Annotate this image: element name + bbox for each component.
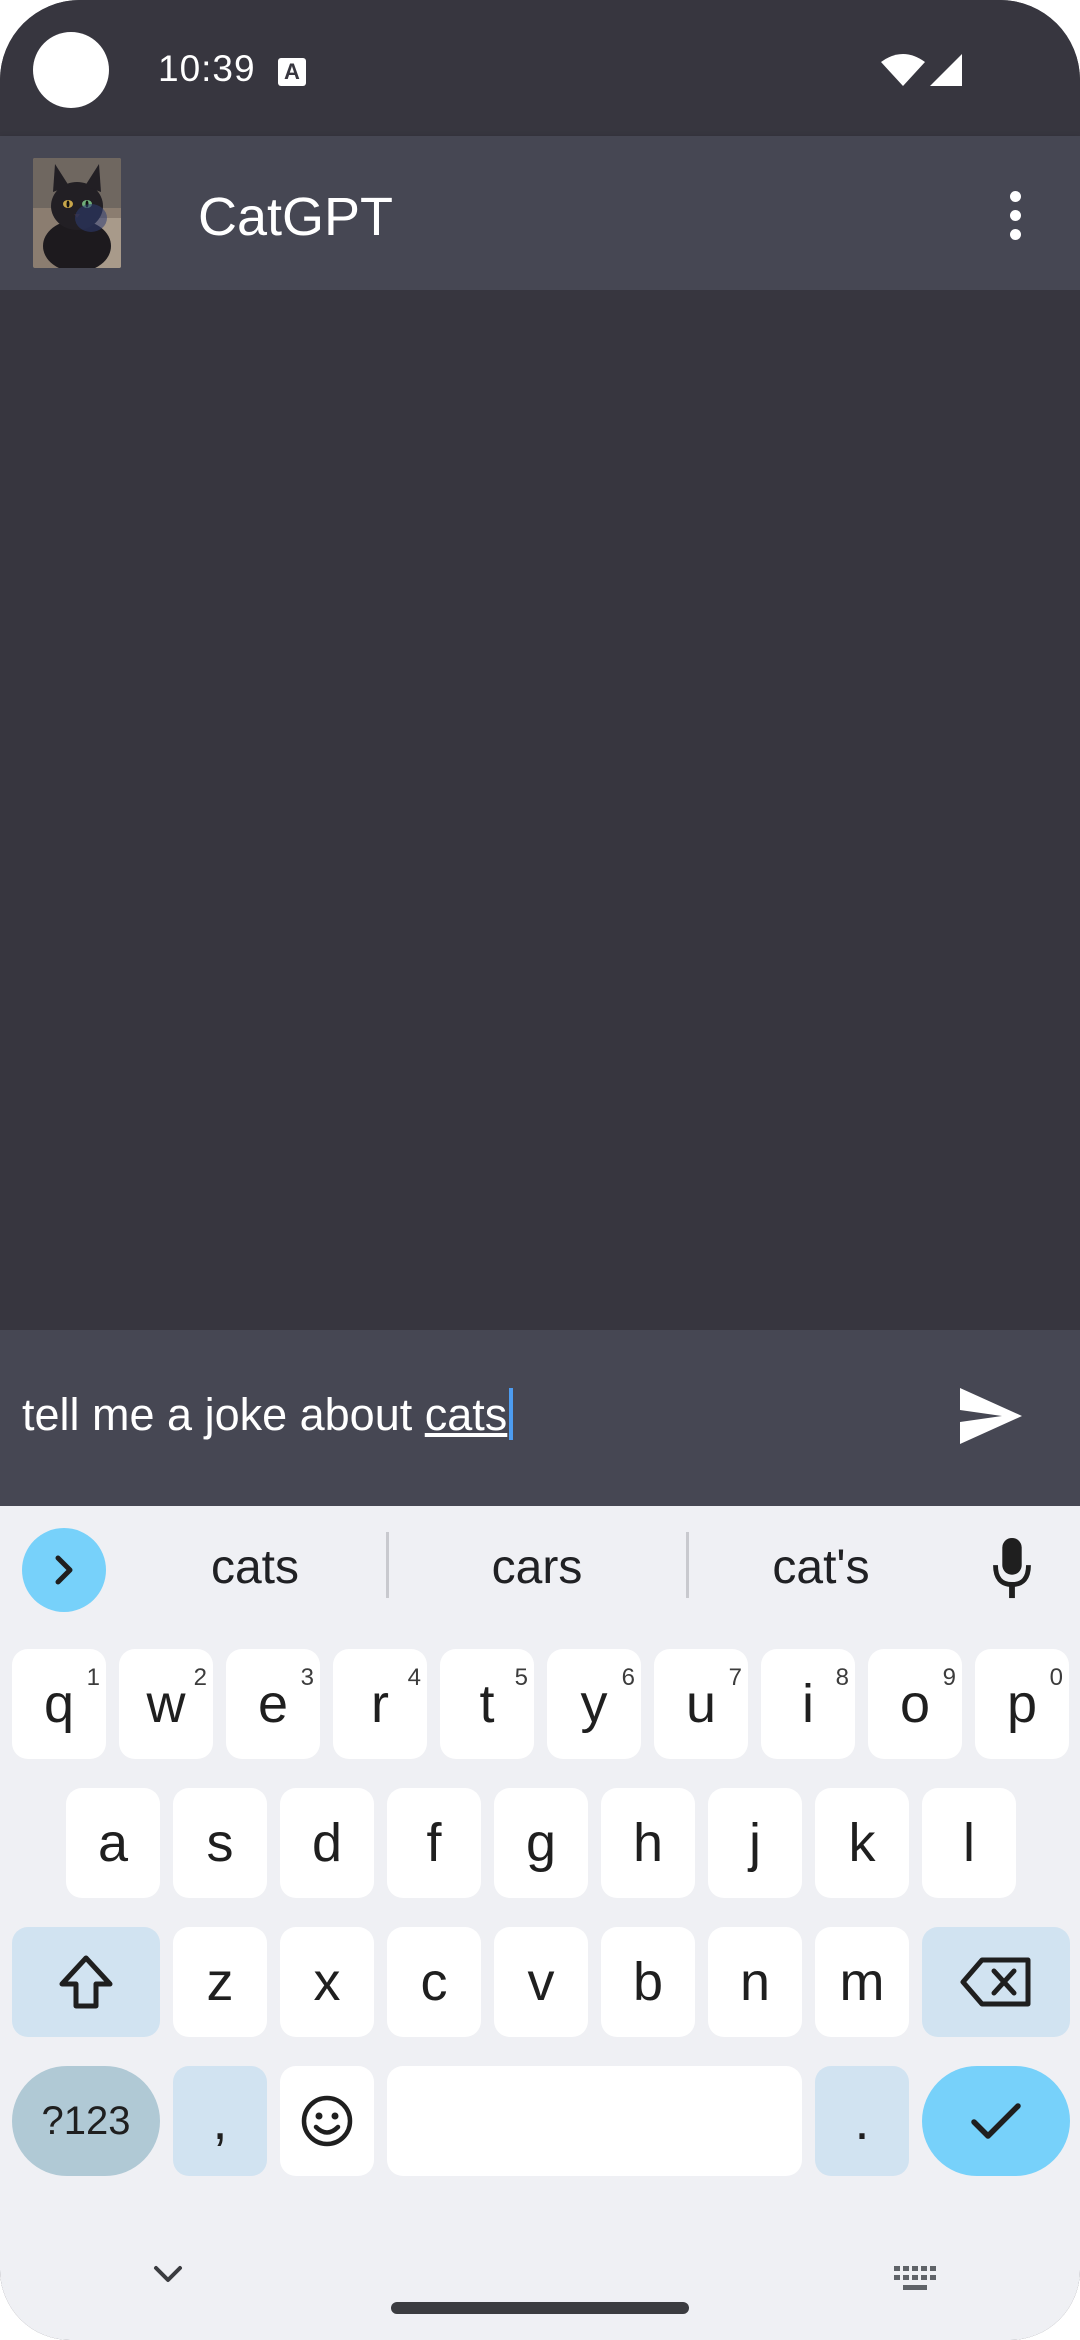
key-y[interactable]: y6 [547,1649,641,1759]
key-u[interactable]: u7 [654,1649,748,1759]
status-bar: 10:39 A [0,0,1080,136]
key-f[interactable]: f [387,1788,481,1898]
key-s[interactable]: s [173,1788,267,1898]
microphone-icon[interactable] [992,1536,1032,1600]
key-l[interactable]: l [922,1788,1016,1898]
suggestion-2[interactable]: cars [432,1540,642,1600]
camera-cutout [33,32,109,108]
message-input[interactable]: tell me a joke about cats [22,1388,942,1448]
shift-key[interactable] [12,1927,160,2037]
key-m[interactable]: m [815,1927,909,2037]
signal-icon [930,54,962,86]
key-b[interactable]: b [601,1927,695,2037]
soft-keyboard: cats cars cat's q1 w2 e3 r4 t5 y6 u7 i8 … [0,1506,1080,2340]
key-c[interactable]: c [387,1927,481,2037]
key-q[interactable]: q1 [12,1649,106,1759]
send-icon[interactable] [958,1386,1024,1446]
key-r[interactable]: r4 [333,1649,427,1759]
home-gesture-bar[interactable] [391,2302,689,2314]
space-key[interactable] [387,2066,802,2176]
key-i[interactable]: i8 [761,1649,855,1759]
app-title: CatGPT [198,187,394,247]
suggestion-divider [386,1532,389,1598]
suggestion-divider [686,1532,689,1598]
suggestion-1[interactable]: cats [150,1540,360,1600]
message-text: tell me a joke about [22,1389,425,1440]
key-g[interactable]: g [494,1788,588,1898]
checkmark-icon [971,2103,1021,2139]
backspace-icon [960,1957,1031,2007]
key-a[interactable]: a [66,1788,160,1898]
suggestion-3[interactable]: cat's [716,1540,926,1600]
key-d[interactable]: d [280,1788,374,1898]
cat-avatar[interactable] [33,158,121,268]
text-cursor [509,1388,514,1440]
key-h[interactable]: h [601,1788,695,1898]
key-v[interactable]: v [494,1927,588,2037]
phone-screen: 10:39 A CatGPT tell me a joke about cats… [0,0,1080,2340]
backspace-key[interactable] [922,1927,1070,2037]
overflow-menu-icon[interactable] [1000,186,1030,246]
app-bar: CatGPT [0,136,1080,290]
key-t[interactable]: t5 [440,1649,534,1759]
hide-keyboard-chevron-icon[interactable] [150,2262,186,2286]
notification-icon: A [278,58,306,86]
key-x[interactable]: x [280,1927,374,2037]
message-input-bar: tell me a joke about cats [0,1330,1080,1506]
key-z[interactable]: z [173,1927,267,2037]
composing-word: cats [424,1389,508,1440]
key-p[interactable]: p0 [975,1649,1069,1759]
emoji-icon [301,2095,353,2147]
status-time: 10:39 [158,48,256,89]
period-key[interactable]: . [815,2066,909,2176]
emoji-key[interactable] [280,2066,374,2176]
key-k[interactable]: k [815,1788,909,1898]
keyboard-switch-icon[interactable] [892,2264,938,2294]
key-e[interactable]: e3 [226,1649,320,1759]
key-w[interactable]: w2 [119,1649,213,1759]
suggestions-expand-button[interactable] [22,1528,106,1612]
chevron-right-icon [55,1555,73,1585]
enter-key[interactable] [922,2066,1070,2176]
symbols-key[interactable]: ?123 [12,2066,160,2176]
key-j[interactable]: j [708,1788,802,1898]
comma-key[interactable]: , [173,2066,267,2176]
chat-message-list[interactable] [0,290,1080,1330]
key-n[interactable]: n [708,1927,802,2037]
shift-icon [59,1955,113,2009]
key-o[interactable]: o9 [868,1649,962,1759]
wifi-icon [881,54,925,86]
